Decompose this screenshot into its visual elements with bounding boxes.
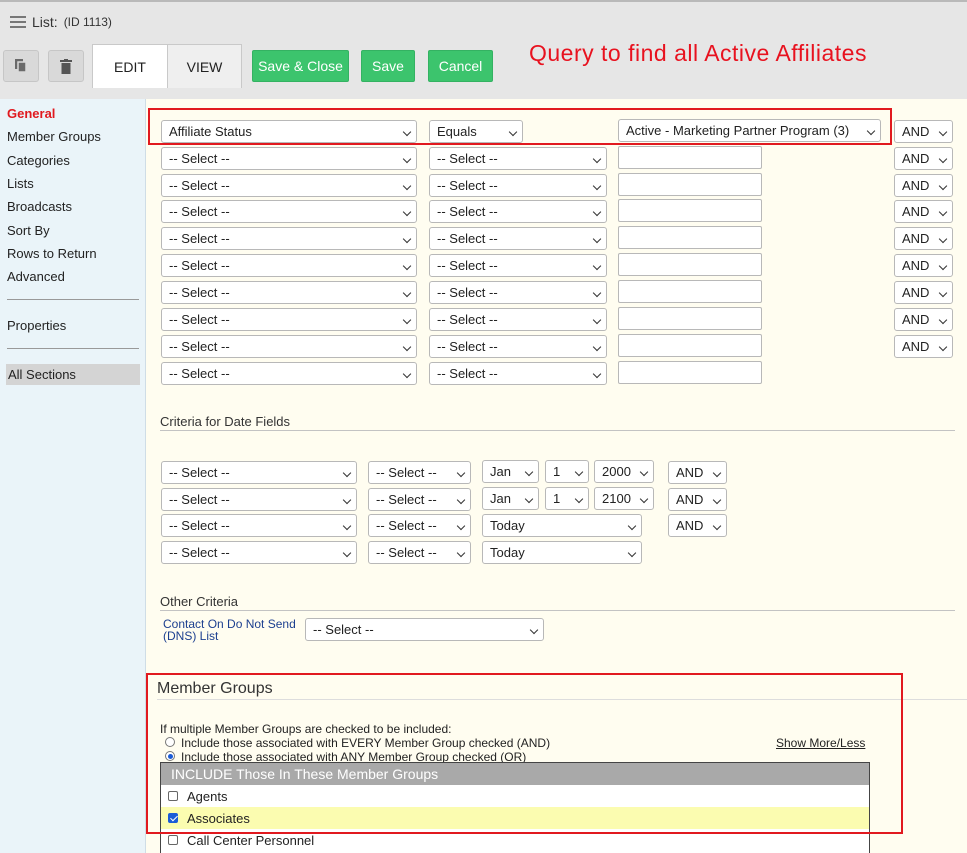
sidebar-divider	[7, 299, 139, 300]
date-conjunction-select[interactable]: AND	[668, 461, 727, 484]
sidebar: General Member Groups Categories Lists B…	[0, 99, 146, 853]
list-id: (ID 1113)	[63, 15, 112, 29]
date-day-select[interactable]: 1	[545, 487, 589, 510]
date-field-select[interactable]: -- Select --	[161, 488, 357, 511]
date-operator-select[interactable]: -- Select --	[368, 488, 471, 511]
date-relative-select[interactable]: Today	[482, 514, 642, 537]
criteria-field-select[interactable]: -- Select --	[161, 254, 417, 277]
hamburger-menu-icon[interactable]	[10, 16, 26, 28]
date-relative-select[interactable]: Today	[482, 541, 642, 564]
criteria-conjunction-select[interactable]: AND	[894, 308, 953, 331]
criteria-value-input[interactable]	[618, 334, 762, 357]
sidebar-divider	[7, 348, 139, 349]
criteria-conjunction-select[interactable]: AND	[894, 227, 953, 250]
sidebar-item-sort-by[interactable]: Sort By	[7, 223, 50, 238]
criteria-conjunction-select[interactable]: AND	[894, 335, 953, 358]
save-close-button[interactable]: Save & Close	[252, 50, 349, 82]
date-month-select[interactable]: Jan	[482, 460, 539, 483]
criteria-operator-select[interactable]: -- Select --	[429, 308, 607, 331]
criteria-field-select[interactable]: -- Select --	[161, 147, 417, 170]
annotation-text: Query to find all Active Affiliates	[529, 40, 867, 66]
criteria-value-input[interactable]	[618, 280, 762, 303]
criteria-value-select[interactable]: Active - Marketing Partner Program (3)	[618, 119, 881, 142]
sidebar-item-member-groups[interactable]: Member Groups	[7, 129, 101, 144]
copy-icon	[15, 59, 27, 73]
criteria-field-select[interactable]: -- Select --	[161, 200, 417, 223]
cancel-button[interactable]: Cancel	[428, 50, 493, 82]
sidebar-item-all-sections[interactable]: All Sections	[6, 364, 140, 385]
criteria-operator-select[interactable]: -- Select --	[429, 174, 607, 197]
tab-edit[interactable]: EDIT	[92, 44, 168, 88]
criteria-field-select[interactable]: -- Select --	[161, 308, 417, 331]
copy-button[interactable]	[3, 50, 39, 82]
dns-label: Contact On Do Not Send (DNS) List	[163, 617, 296, 643]
sidebar-item-advanced[interactable]: Advanced	[7, 269, 65, 284]
criteria-value-input[interactable]	[618, 226, 762, 249]
criteria-operator-select[interactable]: -- Select --	[429, 200, 607, 223]
date-conjunction-select[interactable]: AND	[668, 488, 727, 511]
criteria-field-select[interactable]: -- Select --	[161, 281, 417, 304]
criteria-operator-select[interactable]: -- Select --	[429, 254, 607, 277]
section-divider	[160, 610, 955, 611]
criteria-value-input[interactable]	[618, 173, 762, 196]
criteria-operator-select[interactable]: -- Select --	[429, 281, 607, 304]
highlight-box	[146, 673, 903, 834]
criteria-conjunction-select[interactable]: AND	[894, 200, 953, 223]
checkbox[interactable]	[168, 835, 178, 845]
criteria-operator-select[interactable]: -- Select --	[429, 227, 607, 250]
date-field-select[interactable]: -- Select --	[161, 461, 357, 484]
criteria-conjunction-select[interactable]: AND	[894, 120, 953, 143]
date-month-select[interactable]: Jan	[482, 487, 539, 510]
criteria-field-select[interactable]: -- Select --	[161, 227, 417, 250]
sidebar-item-lists[interactable]: Lists	[7, 176, 34, 191]
sidebar-item-rows-to-return[interactable]: Rows to Return	[7, 246, 97, 261]
date-operator-select[interactable]: -- Select --	[368, 461, 471, 484]
trash-icon	[60, 58, 72, 74]
criteria-conjunction-select[interactable]: AND	[894, 174, 953, 197]
criteria-conjunction-select[interactable]: AND	[894, 254, 953, 277]
criteria-value-input[interactable]	[618, 307, 762, 330]
criteria-conjunction-select[interactable]: AND	[894, 147, 953, 170]
tab-view[interactable]: VIEW	[167, 44, 242, 88]
criteria-operator-select[interactable]: Equals	[429, 120, 523, 143]
date-operator-select[interactable]: -- Select --	[368, 514, 471, 537]
criteria-field-select[interactable]: Affiliate Status	[161, 120, 417, 143]
other-criteria-label: Other Criteria	[160, 594, 239, 609]
criteria-field-select[interactable]: -- Select --	[161, 362, 417, 385]
date-year-select[interactable]: 2000	[594, 460, 654, 483]
delete-button[interactable]	[48, 50, 84, 82]
save-button[interactable]: Save	[361, 50, 415, 82]
criteria-field-select[interactable]: -- Select --	[161, 174, 417, 197]
criteria-value-input[interactable]	[618, 253, 762, 276]
criteria-value-input[interactable]	[618, 199, 762, 222]
date-field-select[interactable]: -- Select --	[161, 514, 357, 537]
sidebar-item-broadcasts[interactable]: Broadcasts	[7, 199, 72, 214]
criteria-operator-select[interactable]: -- Select --	[429, 147, 607, 170]
date-year-select[interactable]: 2100	[594, 487, 654, 510]
criteria-field-select[interactable]: -- Select --	[161, 335, 417, 358]
date-field-select[interactable]: -- Select --	[161, 541, 357, 564]
page-title: List:	[32, 14, 58, 30]
criteria-operator-select[interactable]: -- Select --	[429, 362, 607, 385]
criteria-operator-select[interactable]: -- Select --	[429, 335, 607, 358]
date-day-select[interactable]: 1	[545, 460, 589, 483]
date-operator-select[interactable]: -- Select --	[368, 541, 471, 564]
sidebar-item-categories[interactable]: Categories	[7, 153, 70, 168]
dns-select[interactable]: -- Select --	[305, 618, 544, 641]
sidebar-item-properties[interactable]: Properties	[7, 318, 66, 333]
section-divider	[160, 430, 955, 431]
criteria-value-input[interactable]	[618, 146, 762, 169]
title-row: List: (ID 1113)	[10, 14, 112, 30]
date-criteria-label: Criteria for Date Fields	[160, 414, 291, 429]
top-bar: List: (ID 1113) EDIT VIEW Save & Close S…	[0, 0, 967, 99]
sidebar-item-general[interactable]: General	[7, 106, 55, 121]
date-conjunction-select[interactable]: AND	[668, 514, 727, 537]
criteria-value-input[interactable]	[618, 361, 762, 384]
criteria-conjunction-select[interactable]: AND	[894, 281, 953, 304]
